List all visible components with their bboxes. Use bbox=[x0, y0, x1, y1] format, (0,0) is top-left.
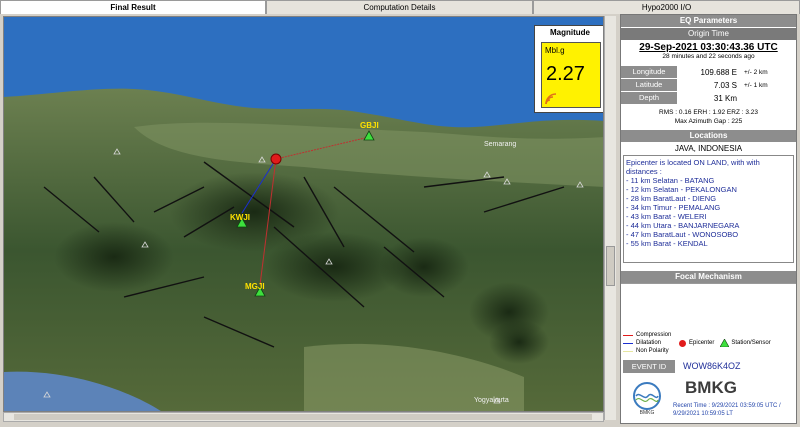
eq-parameters-header: EQ Parameters bbox=[621, 15, 796, 27]
legend-compression: Compression bbox=[623, 331, 796, 339]
compression-line-icon bbox=[623, 334, 633, 336]
map-view[interactable]: GBJI KWJI MGJI Semarang Yogyakarta Magni… bbox=[3, 16, 604, 412]
magnitude-type: Mbl.g bbox=[545, 46, 565, 55]
focal-mechanism-header: Focal Mechanism bbox=[621, 271, 796, 283]
place-label-semarang: Semarang bbox=[484, 141, 517, 148]
longitude-error: +/- 2 km bbox=[744, 68, 768, 76]
horizontal-scrollbar[interactable] bbox=[3, 412, 604, 422]
eq-parameters-panel: EQ Parameters Origin Time 29-Sep-2021 03… bbox=[620, 14, 797, 424]
list-item: - 12 km Selatan - PEKALONGAN bbox=[626, 185, 737, 194]
magnitude-value: 2.27 bbox=[546, 63, 585, 85]
origin-time-header: Origin Time bbox=[621, 28, 796, 40]
bmkg-logo-icon: BMKG bbox=[633, 382, 661, 416]
depth-label: Depth bbox=[621, 92, 677, 104]
list-item: - 43 km Barat - WELERI bbox=[626, 212, 707, 221]
tab-computation-details[interactable]: Computation Details bbox=[266, 0, 533, 14]
latitude-error: +/- 1 km bbox=[744, 81, 768, 89]
bmkg-footer: BMKG BMKG Recent Time : 9/29/2021 03:59:… bbox=[623, 376, 796, 422]
epicenter-legend-icon bbox=[679, 339, 687, 347]
region-name: JAVA, INDONESIA bbox=[674, 144, 743, 153]
mount-merapi bbox=[489, 320, 549, 364]
origin-time-value: 29-Sep-2021 03:30:43.36 UTC bbox=[639, 42, 778, 53]
station-label-gbji: GBJI bbox=[360, 121, 379, 130]
longitude-label: Longitude bbox=[621, 66, 677, 78]
epicenter-marker[interactable] bbox=[270, 153, 282, 165]
station-label-kwji: KWJI bbox=[230, 213, 250, 222]
location-intro: Epicenter is located ON LAND, with with … bbox=[626, 158, 760, 176]
vertical-scrollbar[interactable] bbox=[604, 16, 616, 420]
map-canvas bbox=[4, 17, 603, 411]
list-item: - 11 km Selatan - BATANG bbox=[626, 176, 715, 185]
legend-non-polarity: Non Polarity bbox=[623, 347, 796, 355]
list-item: - 34 km Timur - PEMALANG bbox=[626, 203, 721, 212]
latitude-value: 7.03 S bbox=[713, 80, 737, 90]
tab-bar: Final Result Computation Details Hypo200… bbox=[0, 0, 800, 14]
mountain-range-west bbox=[54, 222, 174, 292]
event-id-row: EVENT ID WOW86K4OZ bbox=[623, 360, 796, 373]
tab-hypo2000-io[interactable]: Hypo2000 I/O bbox=[533, 0, 800, 14]
mount-sindoro bbox=[379, 237, 469, 297]
bmkg-logo-text: BMKG bbox=[640, 410, 655, 416]
magnitude-box: Magnitude Mbl.g 2.27 bbox=[534, 25, 603, 113]
recent-time-local: 9/29/2021 10:59:05 LT bbox=[673, 411, 733, 417]
legend-dilatation: Dilatation Epicenter Station/Sensor bbox=[623, 339, 796, 347]
legend-compression-label: Compression bbox=[636, 332, 672, 338]
list-item: - 28 km BaratLaut - DIENG bbox=[626, 194, 717, 203]
recent-time: Recent Time : 9/29/2021 03:59:05 UTC / 9… bbox=[673, 402, 795, 418]
azimuth-gap: Max Azimuth Gap : 225 bbox=[674, 118, 743, 125]
elapsed-time: 28 minutes and 22 seconds ago bbox=[662, 53, 755, 60]
dilatation-line-icon bbox=[623, 342, 633, 344]
tab-final-result[interactable]: Final Result bbox=[0, 0, 266, 14]
legend: Compression Dilatation Epicenter Station… bbox=[623, 331, 796, 363]
locations-header: Locations bbox=[621, 130, 796, 142]
depth-value: 31 Km bbox=[713, 93, 737, 103]
place-label-yogyakarta: Yogyakarta bbox=[474, 397, 509, 404]
latitude-label: Latitude bbox=[621, 79, 677, 91]
horizontal-scroll-thumb[interactable] bbox=[14, 414, 592, 420]
latitude-row: Latitude 7.03 S +/- 1 km bbox=[621, 79, 796, 91]
event-id-value: WOW86K4OZ bbox=[683, 361, 741, 371]
depth-row: Depth 31 Km bbox=[621, 92, 796, 104]
list-item: - 44 km Utara - BANJARNEGARA bbox=[626, 221, 740, 230]
longitude-value: 109.688 E bbox=[700, 67, 737, 77]
legend-station-label: Station/Sensor bbox=[731, 340, 771, 346]
non-polarity-line-icon bbox=[623, 350, 633, 352]
station-legend-icon bbox=[720, 339, 730, 347]
station-label-mgji: MGJI bbox=[245, 282, 265, 291]
list-item: - 47 km BaratLaut - WONOSOBO bbox=[626, 230, 739, 239]
list-item: - 55 km Barat - KENDAL bbox=[626, 239, 708, 248]
bmkg-title: BMKG bbox=[685, 378, 737, 397]
legend-dilatation-label: Dilatation bbox=[636, 340, 662, 346]
event-id-label: EVENT ID bbox=[623, 360, 675, 373]
recent-time-utc: Recent Time : 9/29/2021 03:59:05 UTC / bbox=[673, 403, 781, 409]
vertical-scroll-thumb[interactable] bbox=[606, 246, 615, 286]
error-stats: RMS : 0.16 ERH : 1.92 ERZ : 3.23 bbox=[659, 109, 758, 116]
magnitude-title: Magnitude bbox=[550, 28, 590, 37]
longitude-row: Longitude 109.688 E +/- 2 km bbox=[621, 66, 796, 78]
legend-epicenter-label: Epicenter bbox=[689, 340, 715, 346]
wave-icon bbox=[545, 93, 557, 105]
legend-non-polarity-label: Non Polarity bbox=[636, 348, 669, 354]
location-list[interactable]: Epicenter is located ON LAND, with with … bbox=[623, 155, 794, 263]
magnitude-display: Mbl.g 2.27 bbox=[541, 42, 601, 108]
